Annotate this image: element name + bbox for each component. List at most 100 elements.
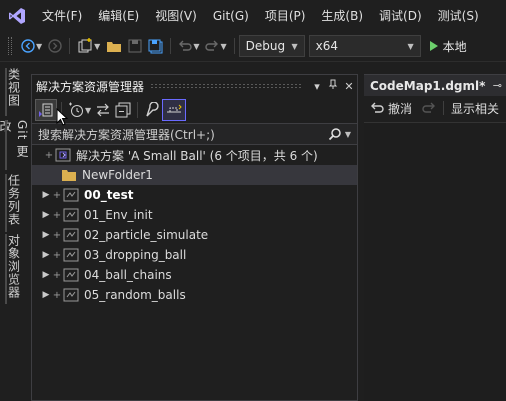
new-item-button[interactable]: ▼: [74, 35, 103, 57]
auto-hide-pin-icon[interactable]: [325, 79, 341, 93]
menu-file[interactable]: 文件(F): [34, 0, 90, 32]
wrench-icon: [146, 102, 159, 117]
close-icon[interactable]: ✕: [341, 80, 357, 93]
document-well: CodeMap1.dgml* ⊸ 撤消 显示相关: [364, 74, 506, 401]
menu-bar: 文件(F) 编辑(E) 视图(V) Git(G) 项目(P) 生成(B) 调试(…: [0, 0, 506, 32]
menu-git[interactable]: Git(G): [205, 0, 257, 32]
project-node[interactable]: ▶ + 05_random_balls: [32, 285, 357, 305]
menu-build[interactable]: 生成(B): [313, 0, 371, 32]
menu-test[interactable]: 测试(S): [430, 0, 487, 32]
new-project-icon: [78, 38, 92, 53]
project-node[interactable]: ▶ + 00_test: [32, 185, 357, 205]
tab-task-list-label: 任务列表: [6, 174, 21, 226]
properties-button[interactable]: [142, 99, 162, 121]
undo-button[interactable]: ▼: [175, 35, 202, 57]
plus-icon: +: [52, 209, 62, 221]
folder-label: NewFolder1: [82, 168, 153, 182]
chevron-down-icon[interactable]: ▼: [94, 42, 100, 51]
chevron-down-icon: ▼: [407, 41, 414, 51]
tab-object-browser[interactable]: 对象浏览器: [0, 234, 28, 304]
redo-button[interactable]: ▼: [202, 35, 229, 57]
navigate-forward-button[interactable]: [45, 35, 65, 57]
project-node[interactable]: ▶ + 02_particle_simulate: [32, 225, 357, 245]
project-icon: [62, 187, 80, 203]
project-icon: [62, 267, 80, 283]
switch-views-button[interactable]: [35, 99, 57, 121]
open-file-button[interactable]: [103, 35, 125, 57]
chevron-down-icon[interactable]: ▼: [193, 42, 199, 51]
project-node[interactable]: ▶ + 04_ball_chains: [32, 265, 357, 285]
tab-class-view[interactable]: 类视图: [0, 68, 28, 116]
expand-arrow-icon[interactable]: ▶: [40, 210, 52, 220]
search-icon[interactable]: [328, 127, 342, 141]
tab-codemap[interactable]: CodeMap1.dgml* ⊸: [364, 74, 506, 96]
toolbar-divider: [0, 61, 506, 62]
chevron-down-icon[interactable]: ▼: [85, 106, 91, 115]
expand-arrow-icon[interactable]: ▶: [40, 250, 52, 260]
titlebar-grip: [150, 83, 303, 89]
save-button[interactable]: [125, 35, 145, 57]
project-icon: [62, 207, 80, 223]
configuration-value: Debug: [245, 39, 286, 53]
solution-node[interactable]: + 解决方案 'A Small Ball' (6 个项目，共 6 个): [32, 145, 357, 165]
visual-studio-logo-icon[interactable]: [0, 0, 34, 32]
search-options-chevron-down-icon[interactable]: ▼: [345, 130, 351, 139]
solution-explorer-search[interactable]: 搜索解决方案资源管理器(Ctrl+;) ▼: [32, 123, 357, 145]
menu-debug[interactable]: 调试(D): [371, 0, 430, 32]
solution-platform-select[interactable]: x64 ▼: [308, 35, 421, 57]
save-all-button[interactable]: [145, 35, 166, 57]
collapse-all-icon: [115, 102, 131, 118]
back-arrow-icon: [21, 39, 35, 53]
search-input[interactable]: 搜索解决方案资源管理器(Ctrl+;): [38, 126, 328, 143]
menu-view[interactable]: 视图(V): [147, 0, 205, 32]
plus-icon: +: [52, 269, 62, 281]
solution-label: 解决方案 'A Small Ball' (6 个项目，共 6 个): [76, 148, 318, 163]
menu-edit[interactable]: 编辑(E): [90, 0, 147, 32]
navigate-back-button[interactable]: ▼: [18, 35, 45, 57]
project-label: 02_particle_simulate: [84, 228, 209, 242]
expand-arrow-icon[interactable]: ▶: [40, 270, 52, 280]
expand-arrow-icon[interactable]: ▶: [40, 230, 52, 240]
solution-explorer-toolbar: ▼: [32, 97, 357, 123]
undo-icon: [179, 40, 192, 51]
plus-icon: +: [52, 249, 62, 261]
expand-arrow-icon[interactable]: ▶: [40, 190, 52, 200]
undo-icon[interactable]: [370, 101, 384, 115]
chevron-down-icon: ▼: [291, 41, 298, 51]
tab-git-changes[interactable]: Git 更改: [0, 120, 29, 170]
toolbar-separator: [170, 38, 172, 54]
plus-icon: +: [44, 149, 54, 161]
save-icon: [128, 39, 142, 53]
start-debugging-button[interactable]: 本地: [429, 38, 467, 55]
toolbar-grip[interactable]: [8, 37, 12, 55]
show-related-button[interactable]: 显示相关: [451, 100, 499, 117]
chevron-down-icon[interactable]: ▼: [36, 42, 42, 51]
folder-node[interactable]: NewFolder1: [32, 165, 357, 185]
sync-with-active-document-button[interactable]: [93, 99, 113, 121]
collapse-all-button[interactable]: [113, 99, 133, 121]
pending-changes-filter-button[interactable]: ▼: [66, 99, 93, 121]
platform-value: x64: [315, 39, 338, 53]
project-node[interactable]: ▶ + 03_dropping_ball: [32, 245, 357, 265]
project-node[interactable]: ▶ + 01_Env_init: [32, 205, 357, 225]
tab-pin-icon[interactable]: ⊸: [493, 79, 502, 92]
solution-configuration-select[interactable]: Debug ▼: [238, 35, 305, 57]
solution-explorer-title: 解决方案资源管理器: [36, 79, 145, 94]
undo-button[interactable]: 撤消: [388, 100, 412, 117]
redo-icon[interactable]: [422, 101, 436, 115]
menu-project[interactable]: 项目(P): [257, 0, 314, 32]
preview-selected-items-button[interactable]: [162, 99, 187, 121]
toolbar-separator: [233, 38, 235, 54]
folder-open-icon: [107, 42, 122, 52]
solution-explorer-titlebar[interactable]: 解决方案资源管理器 ▾ ✕: [32, 75, 357, 97]
window-position-button[interactable]: ▾: [309, 80, 325, 93]
project-label: 03_dropping_ball: [84, 248, 187, 262]
chevron-down-icon[interactable]: ▼: [220, 42, 226, 51]
tab-object-browser-label: 对象浏览器: [6, 234, 21, 299]
tab-task-list[interactable]: 任务列表: [0, 174, 28, 232]
project-label: 04_ball_chains: [84, 268, 172, 282]
codemap-canvas[interactable]: [364, 122, 506, 401]
codemap-toolbar: 撤消 显示相关: [364, 96, 506, 120]
expand-arrow-icon[interactable]: ▶: [40, 290, 52, 300]
tab-class-view-label: 类视图: [6, 68, 21, 107]
